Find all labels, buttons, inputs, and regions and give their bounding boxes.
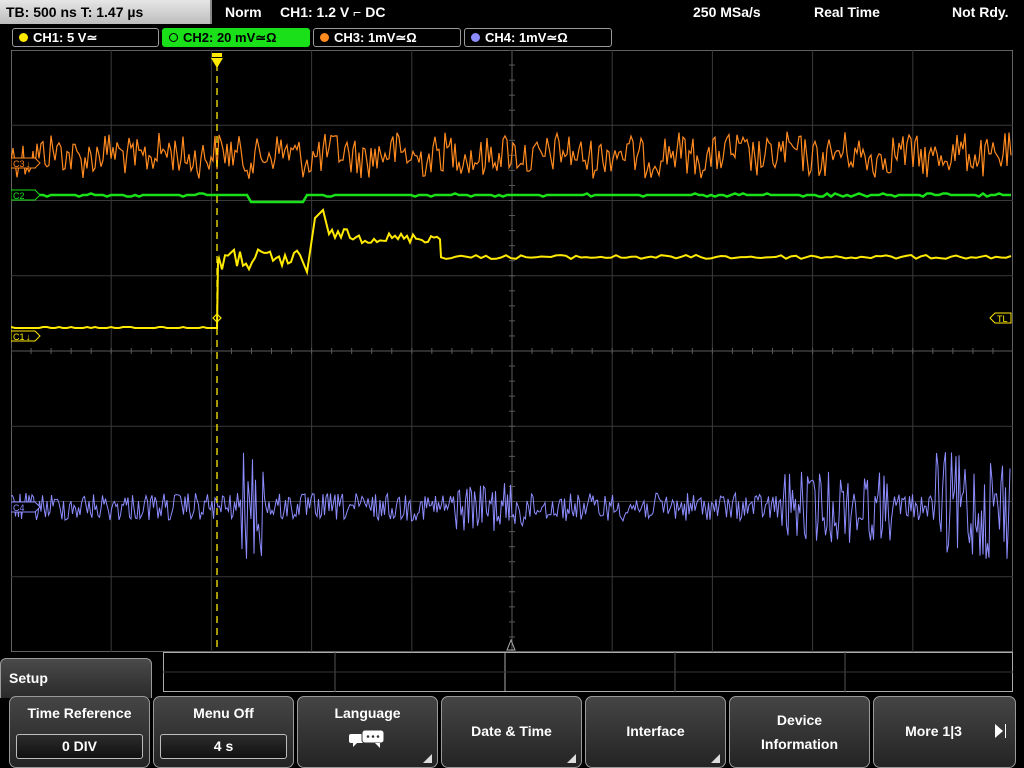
- ch2-marker-label: C2: [13, 191, 25, 201]
- waveform-display[interactable]: C3 ↓ C2 C1 ↓ C4 TL: [11, 50, 1013, 652]
- time-reference-softkey[interactable]: Time Reference 0 DIV: [9, 696, 150, 768]
- next-page-arrow-icon: [995, 724, 1003, 738]
- ch1-tab-label: CH1: 5 V≃: [33, 30, 98, 45]
- trigger-mode[interactable]: Norm: [225, 0, 262, 24]
- svg-text:↓: ↓: [26, 159, 31, 169]
- ch3-color-dot: [320, 33, 329, 42]
- device-information-label-line1: Device: [776, 712, 823, 728]
- ch2-tab-label: CH2: 20 mV≃Ω: [183, 30, 277, 45]
- ch4-color-dot: [471, 33, 480, 42]
- device-information-label-line2: Information: [761, 736, 838, 752]
- ch3-tab-label: CH3: 1mV≃Ω: [334, 30, 417, 45]
- trigger-level-label: TL: [997, 314, 1008, 324]
- time-reference-value: 0 DIV: [16, 734, 143, 759]
- ch1-offset-marker[interactable]: C1 ↓: [11, 330, 41, 342]
- zoom-overview-strip: [163, 652, 1013, 692]
- acquisition-state: Not Rdy.: [952, 4, 1009, 20]
- time-reference-label: Time Reference: [27, 705, 132, 721]
- language-softkey[interactable]: Language: [297, 696, 438, 768]
- timebase-readout[interactable]: TB: 500 ns T: 1.47 µs: [0, 0, 212, 24]
- interface-label: Interface: [626, 723, 685, 739]
- menu-off-value: 4 s: [160, 734, 287, 759]
- interface-softkey[interactable]: Interface: [585, 696, 726, 768]
- device-information-softkey[interactable]: Device Information: [729, 696, 870, 768]
- more-softkey[interactable]: More 1|3: [873, 696, 1016, 768]
- ch4-marker-label: C4: [13, 503, 25, 513]
- ch2-color-dot: [169, 33, 178, 42]
- ch4-offset-marker[interactable]: C4: [11, 501, 41, 513]
- menu-title-tab: Setup: [0, 658, 152, 698]
- ch2-offset-marker[interactable]: C2: [11, 189, 41, 201]
- status-bar: TB: 500 ns T: 1.47 µs Norm CH1: 1.2 V ⌐ …: [0, 0, 1024, 25]
- channel-tab-ch4[interactable]: CH4: 1mV≃Ω: [464, 28, 612, 47]
- channel-tab-ch2[interactable]: CH2: 20 mV≃Ω: [162, 28, 310, 47]
- acquisition-mode: Real Time: [814, 4, 880, 20]
- language-label: Language: [334, 705, 401, 721]
- submenu-corner-icon: [711, 754, 720, 763]
- ch3-marker-label: C3: [13, 159, 25, 169]
- sample-rate: 250 MSa/s: [693, 4, 761, 20]
- channel-tab-ch3[interactable]: CH3: 1mV≃Ω: [313, 28, 461, 47]
- date-time-softkey[interactable]: Date & Time: [441, 696, 582, 768]
- submenu-corner-icon: [567, 754, 576, 763]
- date-time-label: Date & Time: [471, 723, 552, 739]
- menu-off-label: Menu Off: [193, 705, 254, 721]
- menu-off-softkey[interactable]: Menu Off 4 s: [153, 696, 294, 768]
- submenu-corner-icon: [423, 754, 432, 763]
- ch3-offset-marker[interactable]: C3 ↓: [11, 157, 41, 169]
- next-page-bar-icon: [1005, 724, 1006, 738]
- ch4-tab-label: CH4: 1mV≃Ω: [485, 30, 568, 45]
- more-label: More 1|3: [905, 723, 962, 739]
- trigger-source[interactable]: CH1: 1.2 V ⌐ DC: [280, 0, 385, 24]
- svg-text:↓: ↓: [26, 332, 31, 342]
- speech-bubbles-icon: [349, 729, 385, 748]
- ch1-color-dot: [19, 33, 28, 42]
- menu-title: Setup: [9, 670, 48, 686]
- ch1-marker-label: C1: [13, 332, 25, 342]
- channel-tab-ch1[interactable]: CH1: 5 V≃: [12, 28, 159, 47]
